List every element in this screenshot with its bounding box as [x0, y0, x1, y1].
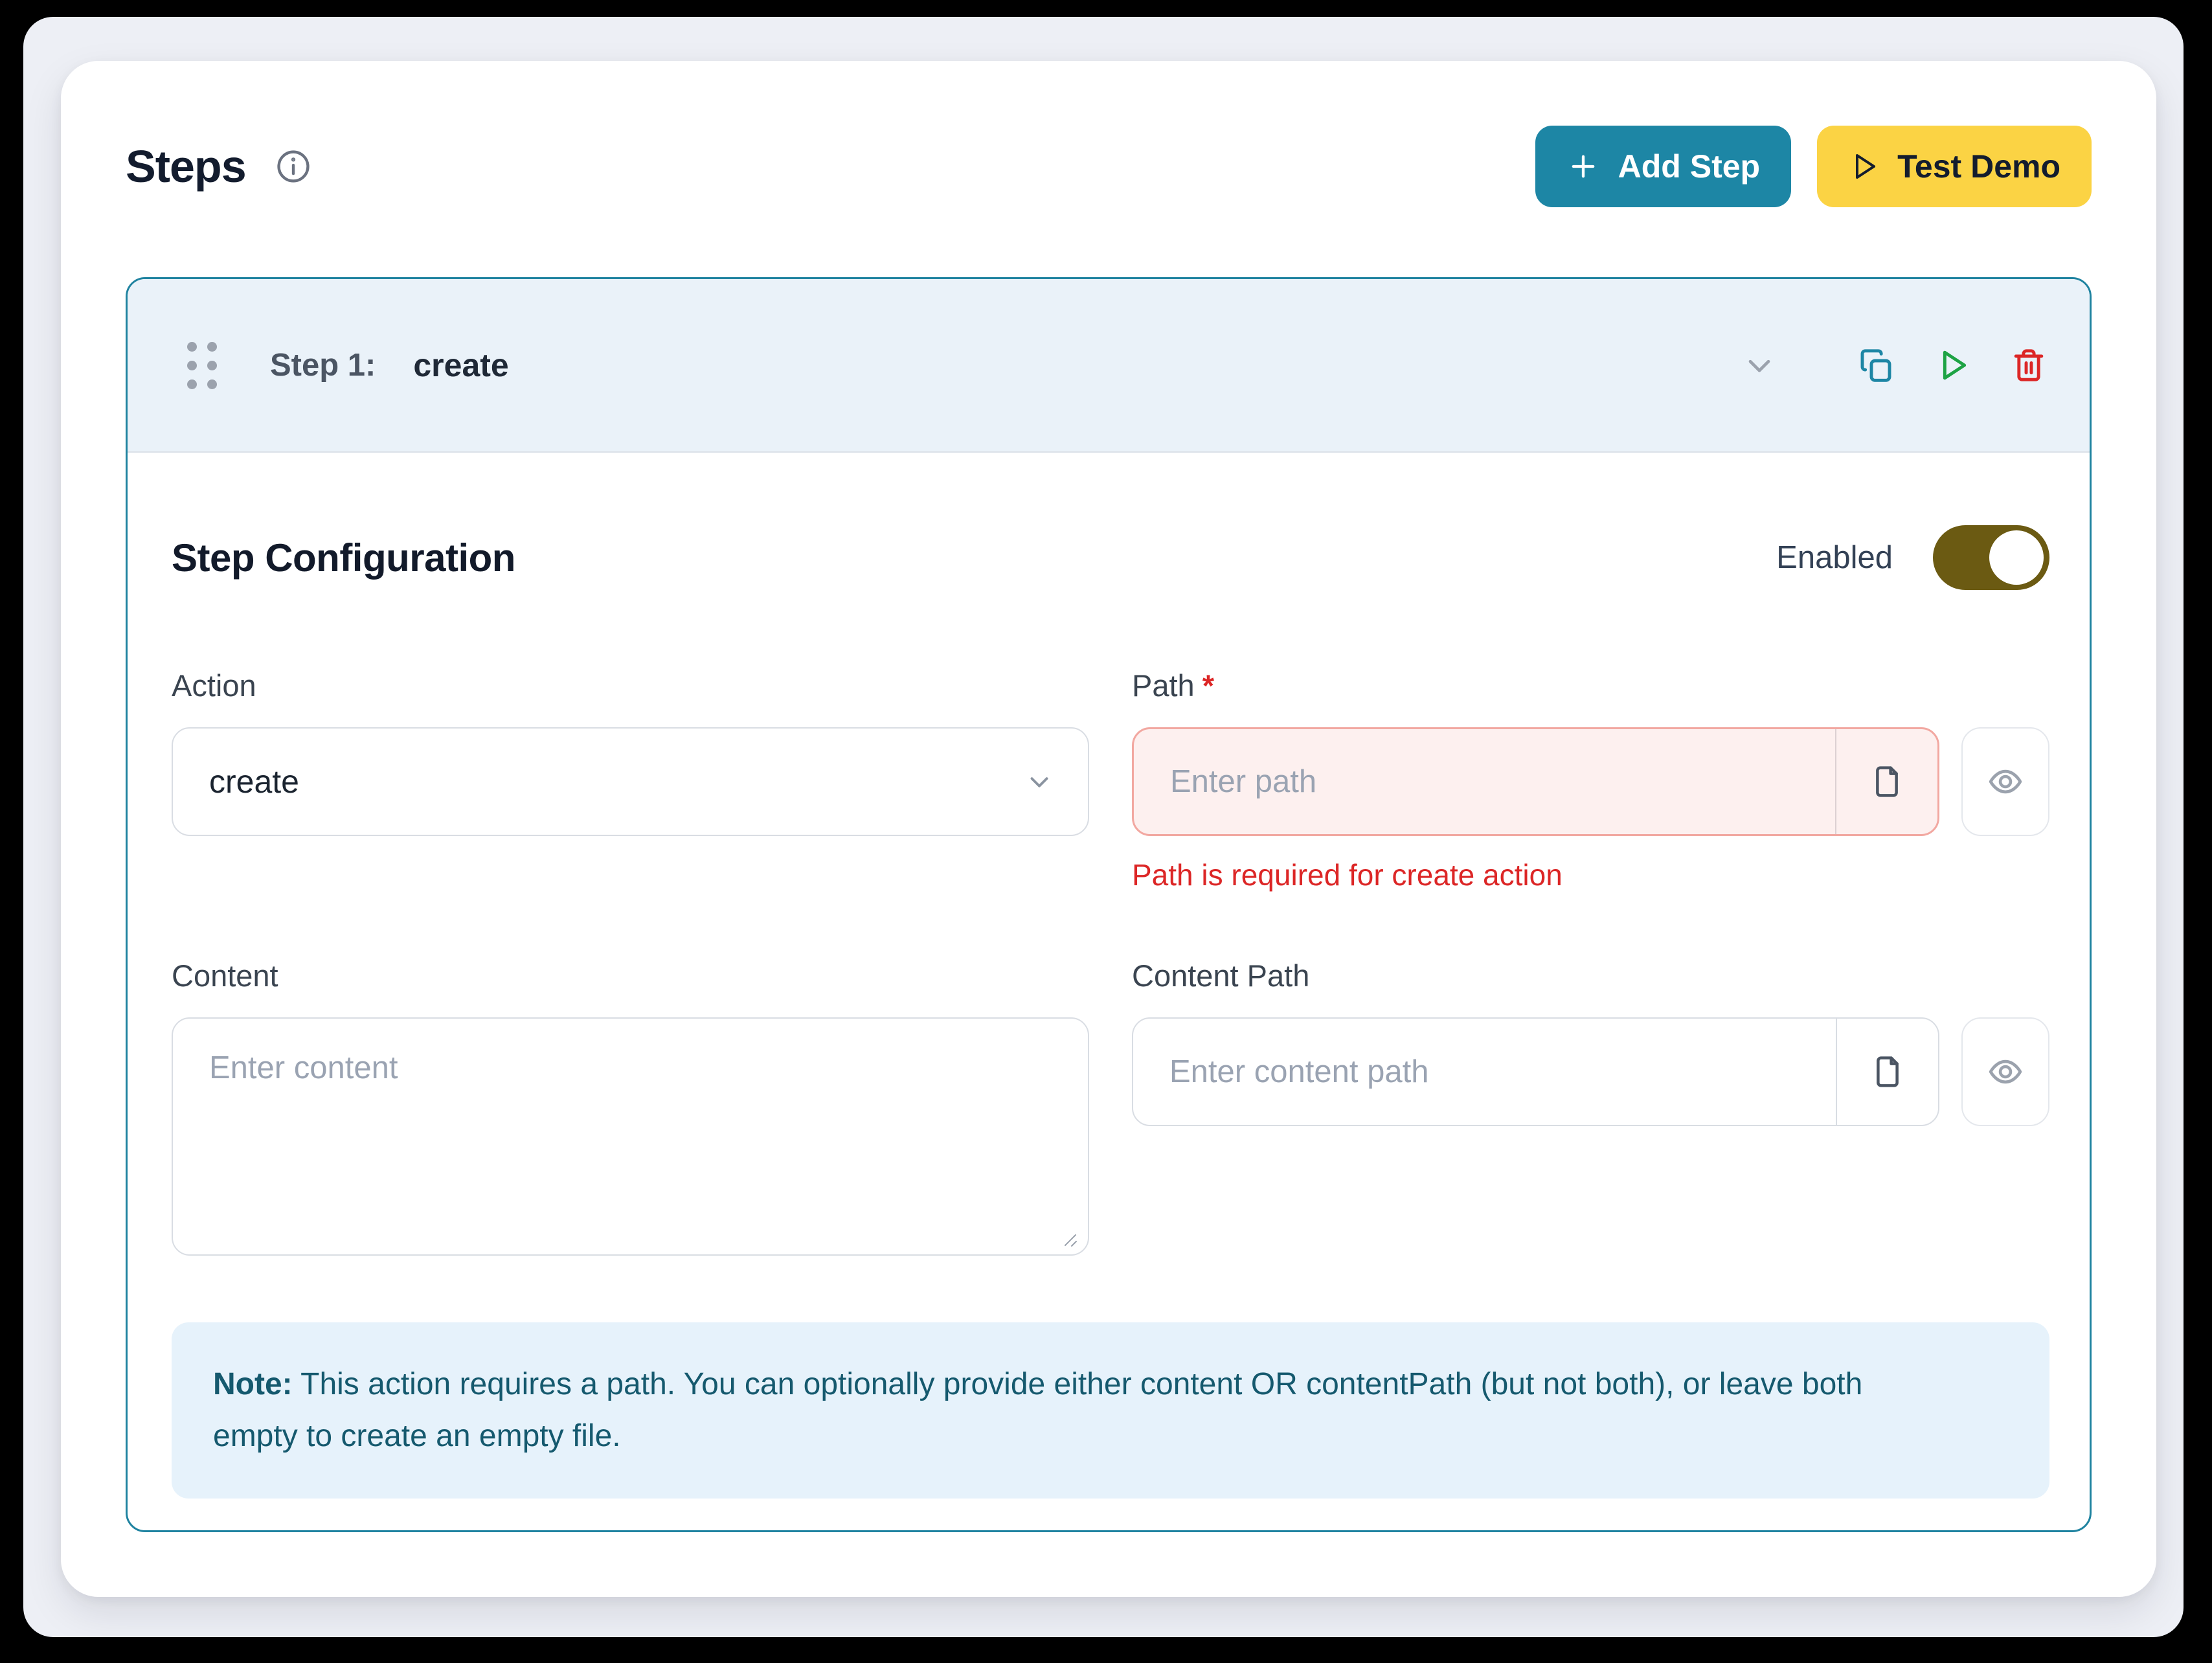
content-path-label: Content Path [1132, 956, 2049, 995]
duplicate-step-button[interactable] [1857, 346, 1895, 385]
step-config-heading: Step Configuration [172, 536, 515, 580]
note-box: Note: This action requires a path. You c… [172, 1322, 2049, 1499]
eye-icon [1987, 1054, 2024, 1090]
enabled-label: Enabled [1776, 539, 1893, 576]
file-icon [1869, 764, 1904, 799]
run-step-button[interactable] [1933, 346, 1972, 385]
path-field: Path* [1132, 666, 2049, 893]
content-path-input[interactable] [1133, 1019, 1836, 1125]
path-input-group [1132, 727, 1939, 836]
content-textarea[interactable] [172, 1017, 1089, 1256]
note-text: Note: This action requires a path. You c… [213, 1359, 1871, 1462]
page-title: Steps [126, 141, 246, 192]
step-card: Step 1: create [126, 277, 2092, 1532]
collapse-step-button[interactable] [1740, 346, 1779, 385]
play-icon [1848, 151, 1879, 182]
page-header: Steps Add Step [126, 126, 2092, 207]
content-label: Content [172, 956, 1089, 995]
delete-step-button[interactable] [2009, 346, 2048, 385]
path-input[interactable] [1134, 729, 1835, 834]
path-preview-button[interactable] [1961, 727, 2049, 836]
info-icon[interactable] [275, 148, 312, 185]
step-number-label: Step 1: [270, 347, 376, 383]
step-header[interactable]: Step 1: create [128, 279, 2090, 453]
content-path-field: Content Path [1132, 956, 2049, 1126]
drag-handle-icon[interactable] [187, 342, 217, 389]
path-label: Path* [1132, 666, 2049, 705]
main-card: Steps Add Step [61, 61, 2156, 1597]
action-field: Action create [172, 666, 1089, 836]
path-file-picker-button[interactable] [1835, 729, 1937, 834]
trash-icon [2011, 347, 2047, 383]
add-step-label: Add Step [1618, 148, 1760, 185]
chevron-down-icon [1741, 347, 1778, 383]
action-select[interactable]: create [172, 727, 1089, 836]
file-icon [1870, 1054, 1905, 1089]
header-actions: Add Step Test Demo [1535, 126, 2092, 207]
step-body: Step Configuration Enabled Action create [128, 453, 2090, 1499]
step-action-label: create [413, 346, 508, 384]
toggle-knob [1989, 530, 2044, 585]
test-demo-button[interactable]: Test Demo [1817, 126, 2092, 207]
content-path-preview-button[interactable] [1961, 1017, 2049, 1126]
content-field: Content [172, 956, 1089, 1259]
content-path-file-picker-button[interactable] [1836, 1019, 1938, 1125]
action-label: Action [172, 666, 1089, 705]
action-select-value: create [209, 763, 299, 800]
chevron-down-icon [1024, 767, 1054, 797]
resize-handle[interactable] [1059, 1229, 1079, 1249]
note-body: This action requires a path. You can opt… [213, 1367, 1862, 1453]
test-demo-label: Test Demo [1897, 148, 2060, 185]
path-error-text: Path is required for create action [1132, 857, 2049, 893]
note-prefix: Note: [213, 1367, 293, 1401]
enabled-toggle[interactable] [1933, 525, 2049, 590]
app-background: Steps Add Step [23, 17, 2184, 1637]
eye-icon [1987, 764, 2024, 800]
copy-icon [1858, 347, 1894, 383]
run-play-icon [1934, 347, 1970, 383]
plus-icon [1566, 150, 1600, 183]
path-label-text: Path [1132, 668, 1195, 703]
add-step-button[interactable]: Add Step [1535, 126, 1791, 207]
required-asterisk: * [1202, 668, 1214, 703]
content-path-input-group [1132, 1017, 1939, 1126]
